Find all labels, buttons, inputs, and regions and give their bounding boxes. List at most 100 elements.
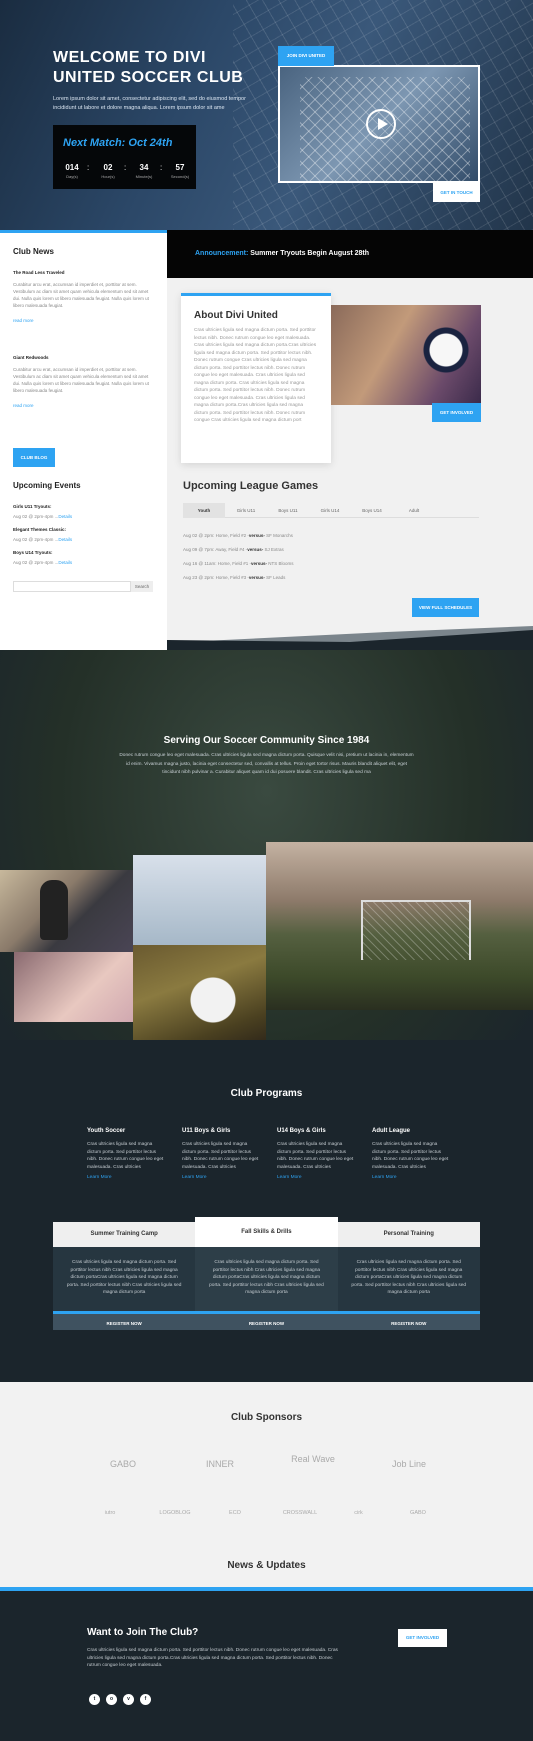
- register-now-button[interactable]: REGISTER NOW: [195, 1311, 338, 1330]
- camp-text: Cras ultricies ligula sed magna dictum p…: [337, 1247, 480, 1311]
- learn-more-link[interactable]: Learn More: [277, 1175, 357, 1180]
- hero-section: WELCOME TO DIVI UNITED SOCCER CLUB Lorem…: [0, 0, 533, 230]
- program-name: Adult League: [372, 1128, 411, 1134]
- tab-adult[interactable]: Adult: [393, 503, 435, 518]
- event-item: Girls U11 Tryouts: Aug 02 @ 2pm-4pm ...D…: [13, 504, 154, 519]
- programs-title: Club Programs: [230, 1088, 303, 1099]
- post-excerpt: Curabitur arcu erat, accumsan id imperdi…: [13, 282, 149, 308]
- program-item: Youth Soccer Cras ultricies ligula sed m…: [87, 1128, 167, 1180]
- camp-text: Cras ultricies ligula sed magna dictum p…: [53, 1247, 196, 1311]
- post-excerpt: Curabitur arcu erat, accumsan id imperdi…: [13, 367, 149, 393]
- countdown-days: 014 Day(s): [65, 163, 79, 179]
- tab-youth[interactable]: Youth: [183, 503, 225, 518]
- sponsor-logo: LOGOBLOG: [159, 1510, 191, 1516]
- get-involved-footer-button[interactable]: GET INVOLVED: [398, 1629, 447, 1647]
- read-more-link[interactable]: read more: [13, 403, 34, 408]
- program-name: U11 Boys & Girls: [182, 1128, 231, 1134]
- about-title: About Divi United: [194, 310, 278, 321]
- event-title: Girls U11 Tryouts:: [13, 504, 52, 509]
- sponsor-logo: GABO: [109, 1459, 136, 1469]
- player-silhouette-photo: [0, 870, 133, 952]
- sponsor-logo: Job Line: [391, 1459, 427, 1469]
- announcement-bar: Announcement: Summer Tryouts Begin Augus…: [167, 230, 533, 278]
- read-more-link[interactable]: read more: [13, 318, 34, 323]
- view-schedules-button[interactable]: VIEW FULL SCHEDULES: [412, 598, 479, 617]
- vimeo-icon[interactable]: v: [123, 1694, 134, 1705]
- event-title: Elegant Themes Classic:: [13, 527, 67, 532]
- program-text: Cras ultricies ligula sed magna dictum p…: [372, 1142, 449, 1170]
- camp-name: Fall Skills & Drills: [195, 1217, 338, 1247]
- hero-title: WELCOME TO DIVI UNITED SOCCER CLUB: [53, 49, 244, 86]
- soccer-ball-photo: [133, 945, 266, 1043]
- program-name: U14 Boys & Girls: [277, 1128, 326, 1134]
- program-text: Cras ultricies ligula sed magna dictum p…: [87, 1142, 164, 1170]
- facebook-icon[interactable]: f: [140, 1694, 151, 1705]
- league-games-title: Upcoming League Games: [183, 480, 319, 492]
- tab-girls-u11[interactable]: Girls U11: [225, 503, 267, 518]
- program-item: U11 Boys & Girls Cras ultricies ligula s…: [182, 1128, 262, 1180]
- learn-more-link[interactable]: Learn More: [182, 1175, 262, 1180]
- hero-video[interactable]: [278, 65, 480, 183]
- program-text: Cras ultricies ligula sed magna dictum p…: [182, 1142, 259, 1170]
- post-title[interactable]: Giant Redwoods: [13, 355, 154, 360]
- sponsor-logo: ECO: [229, 1510, 241, 1516]
- player-with-ball-image: [331, 305, 481, 405]
- learn-more-link[interactable]: Learn More: [87, 1175, 167, 1180]
- camp-card: Fall Skills & Drills Cras ultricies ligu…: [195, 1217, 338, 1330]
- club-blog-button[interactable]: CLUB BLOG: [13, 448, 55, 467]
- instagram-icon[interactable]: o: [106, 1694, 117, 1705]
- tab-boys-u11[interactable]: Boys U11: [267, 503, 309, 518]
- join-divi-united-button[interactable]: JOIN DIVI UNITED: [278, 46, 334, 66]
- register-now-button[interactable]: REGISTER NOW: [337, 1311, 480, 1330]
- event-details-link[interactable]: Details: [58, 537, 72, 542]
- tab-boys-u14[interactable]: Boys U14: [351, 503, 393, 518]
- program-item: Adult League Cras ultricies ligula sed m…: [372, 1128, 452, 1180]
- tab-girls-u14[interactable]: Girls U14: [309, 503, 351, 518]
- learn-more-link[interactable]: Learn More: [372, 1175, 452, 1180]
- community-text: Donec rutrum congue leo eget malesuada. …: [119, 753, 414, 775]
- play-icon[interactable]: [366, 109, 396, 139]
- about-text: Cras ultricies ligula sed magna dictum p…: [194, 328, 317, 423]
- event-date: Aug 02 @ 2pm-4pm ...: [13, 537, 59, 542]
- next-match-countdown: Next Match: Oct 24th 014 Day(s) : 02 Hour(…: [53, 125, 196, 189]
- sponsor-logo: INNER: [205, 1459, 234, 1469]
- game-item: Aug 02 @ 2pm: Home, Field #2 -versus- SF…: [183, 533, 293, 538]
- goal-net-photo: [14, 952, 133, 1022]
- sponsor-logo: cirk: [354, 1510, 363, 1516]
- about-card: About Divi United Cras ultricies ligula …: [181, 293, 331, 463]
- program-name: Youth Soccer: [87, 1128, 126, 1134]
- sponsor-logo: GABO: [410, 1510, 426, 1516]
- hero-text: Lorem ipsum dolor sit amet, consectetur …: [53, 96, 246, 111]
- program-text: Cras ultricies ligula sed magna dictum p…: [277, 1142, 354, 1170]
- join-club-title: Want to Join The Club?: [87, 1627, 199, 1638]
- sponsors-section: Club Sponsors GABO INNER Real Wave Job L…: [0, 1382, 533, 1587]
- camp-card: Summer Training Camp Cras ultricies ligu…: [53, 1222, 196, 1330]
- upcoming-events-title: Upcoming Events: [13, 481, 81, 490]
- game-item: Aug 23 @ 2pm: Home, Field #3 -versus- SF…: [183, 575, 286, 580]
- soccer-field-photo: [266, 842, 533, 1010]
- get-involved-button[interactable]: GET INVOLVED: [432, 403, 481, 422]
- camp-card: Personal Training Cras ultricies ligula …: [337, 1222, 480, 1330]
- camp-text: Cras ultricies ligula sed magna dictum p…: [195, 1247, 338, 1311]
- footer: Want to Join The Club? Cras ultricies li…: [0, 1587, 533, 1741]
- event-item: Boys U14 Tryouts: Aug 02 @ 2pm-4pm ...De…: [13, 550, 154, 565]
- sponsor-logo: Real Wave: [291, 1454, 335, 1464]
- next-match-title: Next Match: Oct 24th: [63, 137, 173, 149]
- search-button[interactable]: Search: [131, 581, 153, 592]
- event-details-link[interactable]: Details: [58, 560, 72, 565]
- event-title: Boys U14 Tryouts:: [13, 550, 53, 555]
- search-input[interactable]: [13, 581, 131, 592]
- community-title: Serving Our Soccer Community Since 1984: [163, 735, 370, 746]
- get-in-touch-button[interactable]: GET IN TOUCH: [433, 183, 480, 202]
- sponsor-logo: iutro: [104, 1510, 116, 1516]
- news-post: The Road Less Traveled Curabitur arcu er…: [13, 270, 154, 327]
- twitter-icon[interactable]: t: [89, 1694, 100, 1705]
- game-item: Aug 09 @ 7pm: Away, Field #4 -versus- SJ…: [183, 547, 284, 552]
- post-title[interactable]: The Road Less Traveled: [13, 270, 154, 275]
- sponsors-title: Club Sponsors: [230, 1412, 303, 1423]
- event-date: Aug 02 @ 2pm-4pm ...: [13, 514, 59, 519]
- stadium-lights-photo: [133, 855, 266, 945]
- event-details-link[interactable]: Details: [58, 514, 72, 519]
- register-now-button[interactable]: REGISTER NOW: [53, 1311, 196, 1330]
- program-item: U14 Boys & Girls Cras ultricies ligula s…: [277, 1128, 357, 1180]
